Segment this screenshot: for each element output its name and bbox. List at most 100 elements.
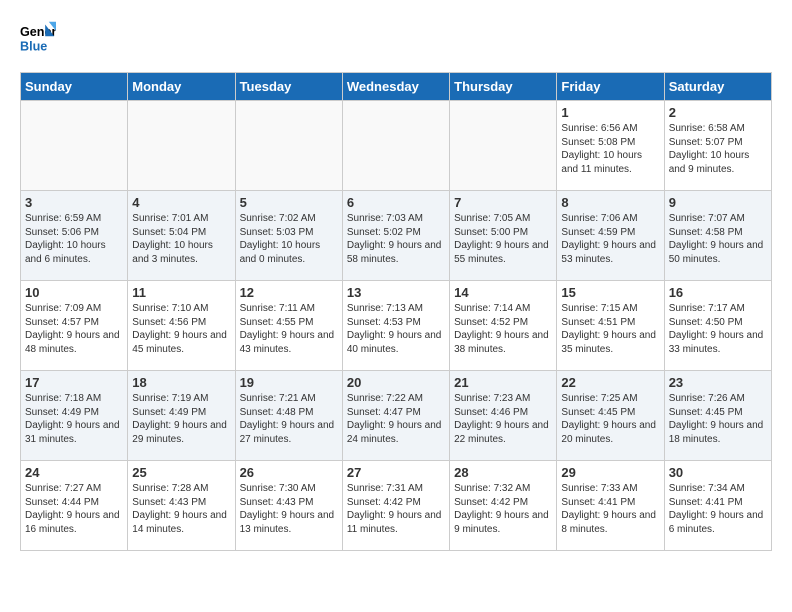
day-number: 13 bbox=[347, 285, 445, 300]
calendar-cell: 8 Sunrise: 7:06 AM Sunset: 4:59 PM Daylig… bbox=[557, 191, 664, 281]
day-number: 8 bbox=[561, 195, 659, 210]
calendar-cell: 22 Sunrise: 7:25 AM Sunset: 4:45 PM Dayli… bbox=[557, 371, 664, 461]
weekday-header: Sunday bbox=[21, 73, 128, 101]
day-info: Sunrise: 7:03 AM Sunset: 5:02 PM Dayligh… bbox=[347, 212, 445, 266]
calendar-cell bbox=[128, 101, 235, 191]
calendar-week-row: 24Sunrise: 7:27 AM Sunset: 4:44 PM Dayli… bbox=[21, 461, 772, 551]
calendar-cell: 30 Sunrise: 7:34 AM Sunset: 4:41 PM Dayli… bbox=[664, 461, 771, 551]
calendar-cell: 28 Sunrise: 7:32 AM Sunset: 4:42 PM Dayli… bbox=[450, 461, 557, 551]
logo: General Blue bbox=[20, 20, 62, 56]
day-info: Sunrise: 7:32 AM Sunset: 4:42 PM Dayligh… bbox=[454, 482, 552, 536]
day-number: 19 bbox=[240, 375, 338, 390]
calendar-cell: 19Sunrise: 7:21 AM Sunset: 4:48 PM Dayli… bbox=[235, 371, 342, 461]
calendar-cell: 11Sunrise: 7:10 AM Sunset: 4:56 PM Dayli… bbox=[128, 281, 235, 371]
day-number: 1 bbox=[561, 105, 659, 120]
weekday-header: Monday bbox=[128, 73, 235, 101]
day-number: 7 bbox=[454, 195, 552, 210]
day-info: Sunrise: 7:33 AM Sunset: 4:41 PM Dayligh… bbox=[561, 482, 659, 536]
day-info: Sunrise: 7:26 AM Sunset: 4:45 PM Dayligh… bbox=[669, 392, 767, 446]
calendar-cell: 25 Sunrise: 7:28 AM Sunset: 4:43 PM Dayli… bbox=[128, 461, 235, 551]
day-info: Sunrise: 7:05 AM Sunset: 5:00 PM Dayligh… bbox=[454, 212, 552, 266]
weekday-header: Tuesday bbox=[235, 73, 342, 101]
day-info: Sunrise: 7:06 AM Sunset: 4:59 PM Dayligh… bbox=[561, 212, 659, 266]
calendar-week-row: 3 Sunrise: 6:59 AM Sunset: 5:06 PM Daylig… bbox=[21, 191, 772, 281]
day-number: 9 bbox=[669, 195, 767, 210]
day-number: 26 bbox=[240, 465, 338, 480]
day-info: Sunrise: 7:30 AM Sunset: 4:43 PM Dayligh… bbox=[240, 482, 338, 536]
day-number: 24 bbox=[25, 465, 123, 480]
calendar-cell: 21Sunrise: 7:23 AM Sunset: 4:46 PM Dayli… bbox=[450, 371, 557, 461]
day-info: Sunrise: 7:18 AM Sunset: 4:49 PM Dayligh… bbox=[25, 392, 123, 446]
day-number: 20 bbox=[347, 375, 445, 390]
day-number: 28 bbox=[454, 465, 552, 480]
day-info: Sunrise: 7:25 AM Sunset: 4:45 PM Dayligh… bbox=[561, 392, 659, 446]
calendar-table: SundayMondayTuesdayWednesdayThursdayFrid… bbox=[20, 72, 772, 551]
day-number: 3 bbox=[25, 195, 123, 210]
calendar-cell: 2 Sunrise: 6:58 AM Sunset: 5:07 PM Daylig… bbox=[664, 101, 771, 191]
day-number: 16 bbox=[669, 285, 767, 300]
day-info: Sunrise: 7:22 AM Sunset: 4:47 PM Dayligh… bbox=[347, 392, 445, 446]
calendar-cell: 7 Sunrise: 7:05 AM Sunset: 5:00 PM Daylig… bbox=[450, 191, 557, 281]
day-info: Sunrise: 7:14 AM Sunset: 4:52 PM Dayligh… bbox=[454, 302, 552, 356]
calendar-week-row: 10Sunrise: 7:09 AM Sunset: 4:57 PM Dayli… bbox=[21, 281, 772, 371]
day-info: Sunrise: 7:13 AM Sunset: 4:53 PM Dayligh… bbox=[347, 302, 445, 356]
day-number: 11 bbox=[132, 285, 230, 300]
day-number: 30 bbox=[669, 465, 767, 480]
day-info: Sunrise: 7:19 AM Sunset: 4:49 PM Dayligh… bbox=[132, 392, 230, 446]
calendar-cell: 12Sunrise: 7:11 AM Sunset: 4:55 PM Dayli… bbox=[235, 281, 342, 371]
day-info: Sunrise: 7:15 AM Sunset: 4:51 PM Dayligh… bbox=[561, 302, 659, 356]
day-info: Sunrise: 6:59 AM Sunset: 5:06 PM Dayligh… bbox=[25, 212, 123, 266]
calendar-cell: 29 Sunrise: 7:33 AM Sunset: 4:41 PM Dayli… bbox=[557, 461, 664, 551]
weekday-header: Thursday bbox=[450, 73, 557, 101]
calendar-cell: 13 Sunrise: 7:13 AM Sunset: 4:53 PM Dayli… bbox=[342, 281, 449, 371]
day-info: Sunrise: 6:58 AM Sunset: 5:07 PM Dayligh… bbox=[669, 122, 767, 176]
day-number: 22 bbox=[561, 375, 659, 390]
day-number: 4 bbox=[132, 195, 230, 210]
day-info: Sunrise: 6:56 AM Sunset: 5:08 PM Dayligh… bbox=[561, 122, 659, 176]
day-info: Sunrise: 7:31 AM Sunset: 4:42 PM Dayligh… bbox=[347, 482, 445, 536]
calendar-cell: 27 Sunrise: 7:31 AM Sunset: 4:42 PM Dayli… bbox=[342, 461, 449, 551]
calendar-cell: 16Sunrise: 7:17 AM Sunset: 4:50 PM Dayli… bbox=[664, 281, 771, 371]
day-info: Sunrise: 7:01 AM Sunset: 5:04 PM Dayligh… bbox=[132, 212, 230, 266]
day-info: Sunrise: 7:28 AM Sunset: 4:43 PM Dayligh… bbox=[132, 482, 230, 536]
day-number: 17 bbox=[25, 375, 123, 390]
calendar-cell: 20 Sunrise: 7:22 AM Sunset: 4:47 PM Dayli… bbox=[342, 371, 449, 461]
day-number: 6 bbox=[347, 195, 445, 210]
day-number: 5 bbox=[240, 195, 338, 210]
day-number: 15 bbox=[561, 285, 659, 300]
weekday-header-row: SundayMondayTuesdayWednesdayThursdayFrid… bbox=[21, 73, 772, 101]
calendar-cell: 9 Sunrise: 7:07 AM Sunset: 4:58 PM Daylig… bbox=[664, 191, 771, 281]
svg-text:Blue: Blue bbox=[20, 40, 47, 54]
day-number: 18 bbox=[132, 375, 230, 390]
calendar-cell bbox=[21, 101, 128, 191]
day-info: Sunrise: 7:02 AM Sunset: 5:03 PM Dayligh… bbox=[240, 212, 338, 266]
calendar-cell: 18 Sunrise: 7:19 AM Sunset: 4:49 PM Dayli… bbox=[128, 371, 235, 461]
weekday-header: Wednesday bbox=[342, 73, 449, 101]
calendar-cell bbox=[342, 101, 449, 191]
calendar-cell: 4 Sunrise: 7:01 AM Sunset: 5:04 PM Daylig… bbox=[128, 191, 235, 281]
day-number: 2 bbox=[669, 105, 767, 120]
calendar-cell: 6 Sunrise: 7:03 AM Sunset: 5:02 PM Daylig… bbox=[342, 191, 449, 281]
calendar-cell: 24Sunrise: 7:27 AM Sunset: 4:44 PM Dayli… bbox=[21, 461, 128, 551]
calendar-cell: 5 Sunrise: 7:02 AM Sunset: 5:03 PM Daylig… bbox=[235, 191, 342, 281]
calendar-cell: 17 Sunrise: 7:18 AM Sunset: 4:49 PM Dayli… bbox=[21, 371, 128, 461]
day-number: 14 bbox=[454, 285, 552, 300]
calendar-cell bbox=[235, 101, 342, 191]
day-number: 27 bbox=[347, 465, 445, 480]
day-number: 29 bbox=[561, 465, 659, 480]
day-number: 23 bbox=[669, 375, 767, 390]
calendar-cell: 10Sunrise: 7:09 AM Sunset: 4:57 PM Dayli… bbox=[21, 281, 128, 371]
day-number: 25 bbox=[132, 465, 230, 480]
logo-icon: General Blue bbox=[20, 20, 56, 56]
day-info: Sunrise: 7:07 AM Sunset: 4:58 PM Dayligh… bbox=[669, 212, 767, 266]
day-number: 12 bbox=[240, 285, 338, 300]
calendar-cell: 1 Sunrise: 6:56 AM Sunset: 5:08 PM Daylig… bbox=[557, 101, 664, 191]
calendar-cell: 3 Sunrise: 6:59 AM Sunset: 5:06 PM Daylig… bbox=[21, 191, 128, 281]
calendar-week-row: 17 Sunrise: 7:18 AM Sunset: 4:49 PM Dayli… bbox=[21, 371, 772, 461]
day-info: Sunrise: 7:34 AM Sunset: 4:41 PM Dayligh… bbox=[669, 482, 767, 536]
weekday-header: Friday bbox=[557, 73, 664, 101]
calendar-cell: 26 Sunrise: 7:30 AM Sunset: 4:43 PM Dayli… bbox=[235, 461, 342, 551]
day-info: Sunrise: 7:09 AM Sunset: 4:57 PM Dayligh… bbox=[25, 302, 123, 356]
calendar-cell: 23 Sunrise: 7:26 AM Sunset: 4:45 PM Dayli… bbox=[664, 371, 771, 461]
calendar-cell: 15 Sunrise: 7:15 AM Sunset: 4:51 PM Dayli… bbox=[557, 281, 664, 371]
